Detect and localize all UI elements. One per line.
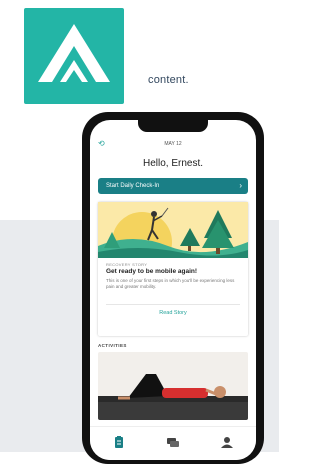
phone-notch	[138, 120, 208, 132]
recovery-story-card[interactable]: RECOVERY STORY Get ready to be mobile ag…	[98, 202, 248, 336]
story-illustration	[98, 202, 248, 258]
story-title: Get ready to be mobile again!	[106, 268, 198, 275]
date-label: MAY 12	[164, 141, 182, 147]
tab-profile[interactable]	[220, 435, 234, 449]
phone-frame: ⟲ MAY 12 Hello, Ernest. Start Daily Chec…	[82, 112, 264, 464]
activities-heading: ACTIVITIES	[98, 343, 127, 348]
story-divider	[106, 304, 240, 305]
phone-screen: ⟲ MAY 12 Hello, Ernest. Start Daily Chec…	[90, 120, 256, 460]
person-icon	[221, 437, 233, 448]
logo-mark-icon	[38, 24, 110, 82]
read-story-link[interactable]: Read Story	[98, 310, 248, 316]
bottom-tab-bar	[90, 426, 256, 460]
tab-plan[interactable]	[112, 435, 126, 449]
tab-messages[interactable]	[166, 435, 180, 449]
story-kicker: RECOVERY STORY	[106, 262, 148, 267]
activity-card[interactable]	[98, 352, 248, 420]
daily-checkin-button[interactable]: Start Daily Check-In ›	[98, 178, 248, 194]
exercise-photo	[98, 352, 248, 420]
brand-tagline: content.	[148, 74, 189, 86]
date-row: ⟲ MAY 12	[90, 138, 256, 150]
chevron-right-icon: ›	[239, 181, 242, 190]
greeting-title: Hello, Ernest.	[142, 158, 204, 169]
chat-icon	[167, 438, 179, 447]
story-body: This is one of your first steps in which…	[106, 278, 235, 289]
clipboard-icon	[115, 436, 123, 448]
daily-checkin-label: Start Daily Check-In	[106, 183, 160, 189]
app-logo	[24, 8, 124, 104]
